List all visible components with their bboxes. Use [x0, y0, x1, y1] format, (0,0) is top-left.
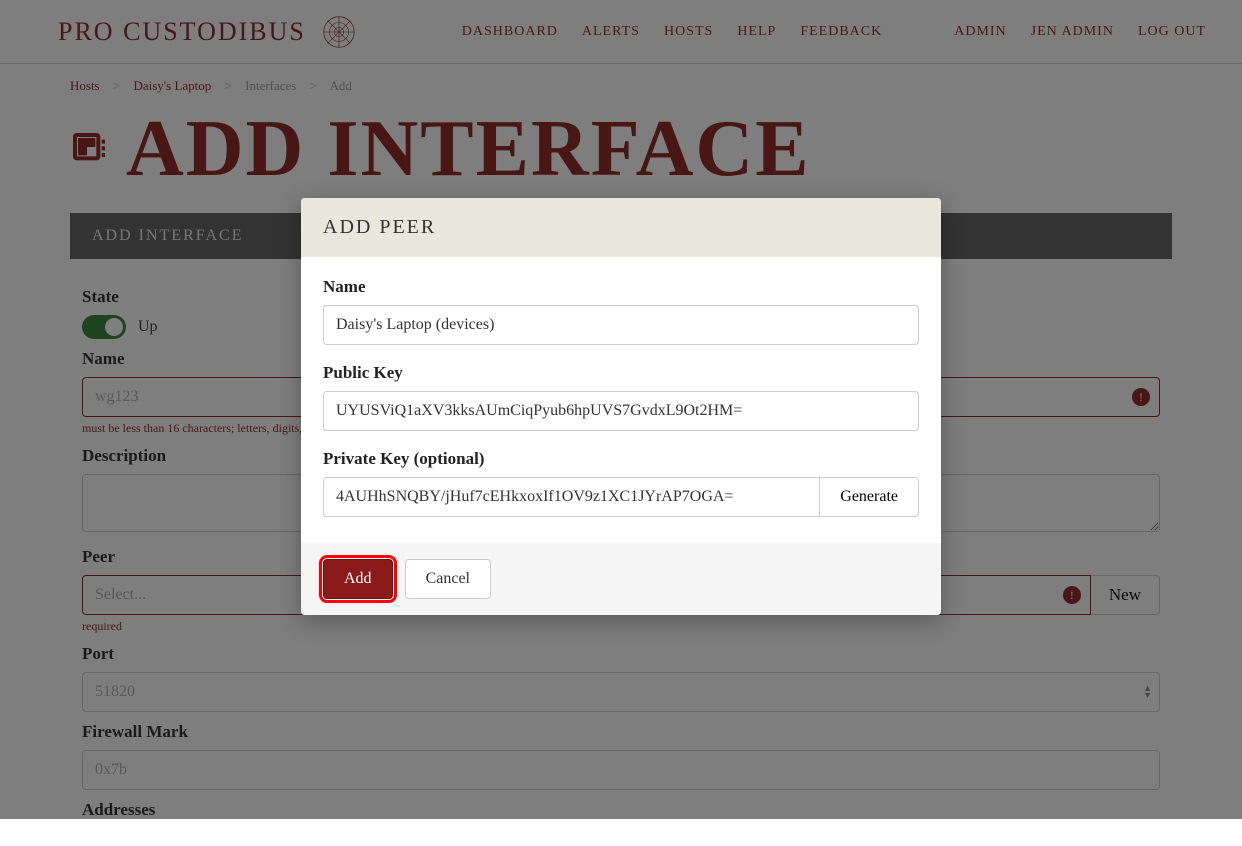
cancel-button[interactable]: Cancel — [405, 559, 491, 599]
add-peer-modal: ADD PEER Name Public Key Private Key (op… — [301, 198, 941, 615]
modal-name-label: Name — [323, 277, 919, 297]
modal-pubkey-input[interactable] — [323, 391, 919, 431]
add-button[interactable]: Add — [323, 559, 393, 599]
modal-title: ADD PEER — [301, 198, 941, 257]
modal-privkey-input[interactable] — [323, 477, 820, 517]
modal-overlay[interactable]: ADD PEER Name Public Key Private Key (op… — [0, 0, 1242, 819]
modal-pubkey-label: Public Key — [323, 363, 919, 383]
modal-name-input[interactable] — [323, 305, 919, 345]
generate-button[interactable]: Generate — [820, 477, 919, 517]
modal-privkey-label: Private Key (optional) — [323, 449, 919, 469]
